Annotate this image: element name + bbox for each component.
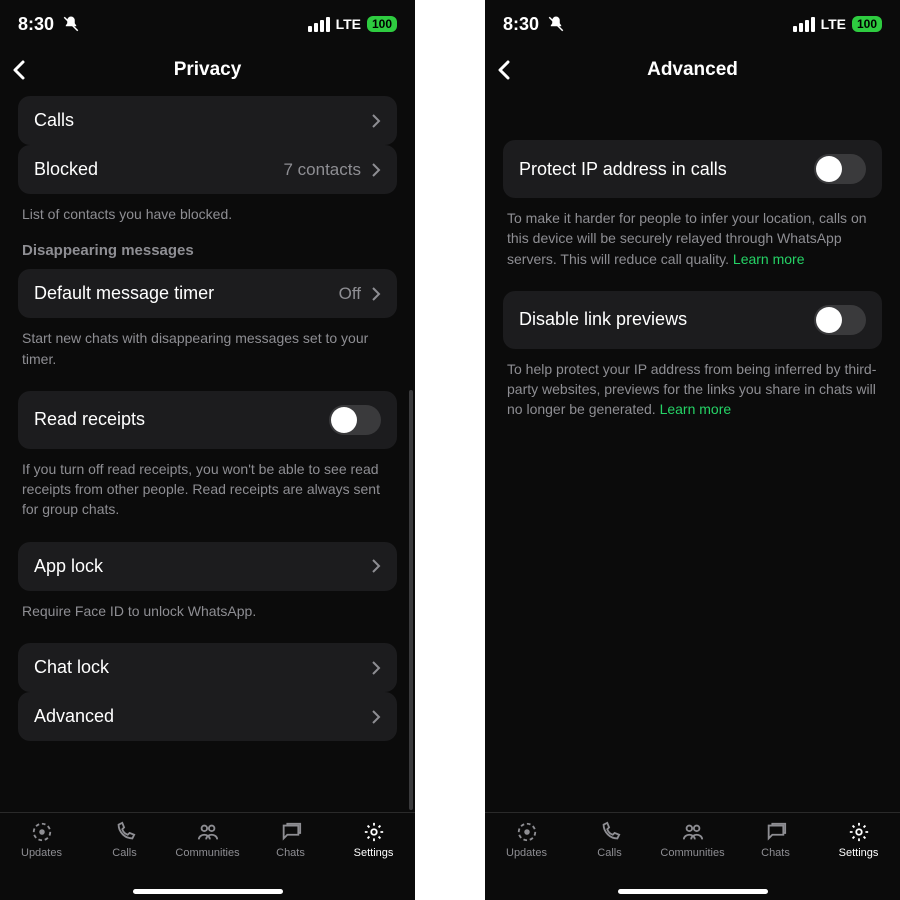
header: Privacy (0, 48, 415, 92)
home-indicator[interactable] (618, 889, 768, 894)
communities-icon (195, 821, 221, 843)
blocked-caption: List of contacts you have blocked. (18, 194, 397, 224)
back-button[interactable] (493, 58, 517, 82)
tab-label: Chats (761, 847, 790, 859)
page-title: Privacy (174, 59, 242, 81)
status-time: 8:30 (18, 14, 54, 35)
page-title: Advanced (647, 59, 738, 81)
learn-more-link[interactable]: Learn more (660, 401, 732, 417)
tab-label: Chats (276, 847, 305, 859)
row-label: Advanced (34, 706, 114, 727)
tab-calls[interactable]: Calls (83, 821, 166, 859)
timer-caption: Start new chats with disappearing messag… (18, 318, 397, 369)
section-disappearing: Disappearing messages (18, 224, 397, 269)
tab-label: Settings (839, 847, 879, 859)
network-label: LTE (336, 16, 361, 32)
scrollbar[interactable] (409, 390, 413, 810)
row-label: Blocked (34, 159, 98, 180)
chevron-right-icon (371, 558, 381, 574)
chats-icon (763, 821, 789, 843)
tab-communities[interactable]: Communities (651, 821, 734, 859)
back-button[interactable] (8, 58, 32, 82)
row-label: Default message timer (34, 283, 214, 304)
communities-icon (680, 821, 706, 843)
tab-updates[interactable]: Updates (485, 821, 568, 859)
tab-settings[interactable]: Settings (817, 821, 900, 859)
protectip-caption: To make it harder for people to infer yo… (503, 198, 882, 269)
network-label: LTE (821, 16, 846, 32)
row-advanced[interactable]: Advanced (18, 692, 397, 741)
status-bar: 8:30 LTE 100 (0, 0, 415, 48)
phone-icon (597, 821, 623, 843)
row-disable-link-previews[interactable]: Disable link previews (503, 291, 882, 349)
updates-icon (514, 821, 540, 843)
tab-label: Communities (175, 847, 239, 859)
row-chat-lock[interactable]: Chat lock (18, 643, 397, 692)
tab-settings[interactable]: Settings (332, 821, 415, 859)
tab-calls[interactable]: Calls (568, 821, 651, 859)
applock-caption: Require Face ID to unlock WhatsApp. (18, 591, 397, 621)
advanced-screen: 8:30 LTE 100 Advanced Protect IP address… (485, 0, 900, 900)
home-indicator[interactable] (133, 889, 283, 894)
tab-bar: Updates Calls Communities Chats Settings (485, 812, 900, 900)
status-time: 8:30 (503, 14, 539, 35)
content: Calls Blocked 7 contacts List of contact… (0, 92, 415, 812)
chevron-right-icon (371, 113, 381, 129)
content: Protect IP address in calls To make it h… (485, 92, 900, 812)
gear-icon (846, 821, 872, 843)
tab-chats[interactable]: Chats (249, 821, 332, 859)
row-blocked[interactable]: Blocked 7 contacts (18, 145, 397, 194)
chevron-right-icon (371, 162, 381, 178)
silent-icon (62, 15, 80, 33)
gear-icon (361, 821, 387, 843)
phone-icon (112, 821, 138, 843)
tab-label: Calls (112, 847, 136, 859)
chevron-right-icon (371, 286, 381, 302)
row-label: App lock (34, 556, 103, 577)
row-label: Disable link previews (519, 309, 687, 330)
tab-label: Communities (660, 847, 724, 859)
disable-link-toggle[interactable] (814, 305, 866, 335)
read-receipts-toggle[interactable] (329, 405, 381, 435)
blocked-count: 7 contacts (284, 160, 362, 180)
row-label: Calls (34, 110, 74, 131)
chevron-right-icon (371, 709, 381, 725)
silent-icon (547, 15, 565, 33)
updates-icon (29, 821, 55, 843)
battery-indicator: 100 (852, 16, 882, 32)
battery-indicator: 100 (367, 16, 397, 32)
row-protect-ip[interactable]: Protect IP address in calls (503, 140, 882, 198)
chevron-right-icon (371, 660, 381, 676)
row-calls[interactable]: Calls (18, 96, 397, 145)
signal-icon (793, 17, 815, 32)
disablelink-caption: To help protect your IP address from bei… (503, 349, 882, 420)
tab-label: Updates (506, 847, 547, 859)
tab-updates[interactable]: Updates (0, 821, 83, 859)
timer-value: Off (339, 284, 361, 304)
privacy-screen: 8:30 LTE 100 Privacy Calls (0, 0, 415, 900)
tab-label: Settings (354, 847, 394, 859)
tab-chats[interactable]: Chats (734, 821, 817, 859)
row-read-receipts[interactable]: Read receipts (18, 391, 397, 449)
header: Advanced (485, 48, 900, 92)
row-label: Chat lock (34, 657, 109, 678)
tab-bar: Updates Calls Communities Chats Settings (0, 812, 415, 900)
row-app-lock[interactable]: App lock (18, 542, 397, 591)
row-default-timer[interactable]: Default message timer Off (18, 269, 397, 318)
learn-more-link[interactable]: Learn more (733, 251, 805, 267)
row-label: Read receipts (34, 409, 145, 430)
protect-ip-toggle[interactable] (814, 154, 866, 184)
readreceipts-caption: If you turn off read receipts, you won't… (18, 449, 397, 520)
tab-label: Updates (21, 847, 62, 859)
row-label: Protect IP address in calls (519, 159, 727, 180)
status-bar: 8:30 LTE 100 (485, 0, 900, 48)
signal-icon (308, 17, 330, 32)
tab-label: Calls (597, 847, 621, 859)
tab-communities[interactable]: Communities (166, 821, 249, 859)
chats-icon (278, 821, 304, 843)
